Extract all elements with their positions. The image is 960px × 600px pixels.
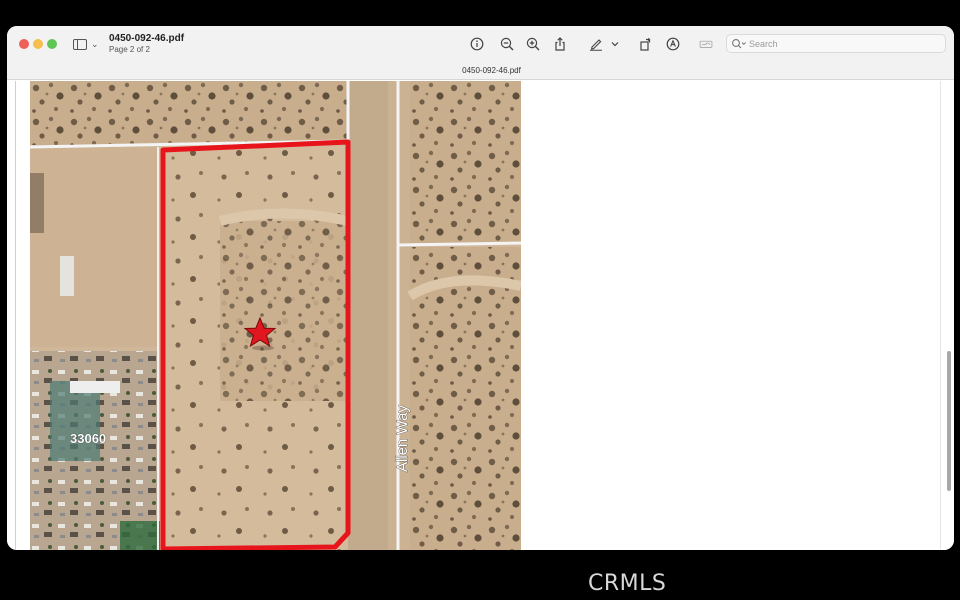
share-icon <box>555 37 565 51</box>
sidebar-toggle-button[interactable]: ⌄ <box>73 37 101 51</box>
chevron-down-icon <box>611 42 619 47</box>
document-title: 0450-092-46.pdf <box>109 33 185 44</box>
signature-icon <box>699 40 713 48</box>
highlight-button[interactable] <box>588 36 604 52</box>
signature-button[interactable] <box>696 36 716 52</box>
highlight-options-button[interactable] <box>610 36 620 52</box>
zoom-out-icon <box>500 37 514 51</box>
zoom-out-button[interactable] <box>499 36 515 52</box>
aerial-map: 33060 Allen Way <box>30 81 521 550</box>
search-input[interactable] <box>749 38 939 49</box>
minimize-window-button[interactable] <box>33 39 43 49</box>
search-icon <box>731 38 747 50</box>
street-label: Allen Way <box>394 405 411 472</box>
document-tab-label: 0450-092-46.pdf <box>462 66 521 75</box>
search-field[interactable] <box>726 34 946 53</box>
aerial-map-image: 33060 Allen Way <box>30 81 521 550</box>
markup-button[interactable] <box>665 36 681 52</box>
scroll-track[interactable] <box>940 81 941 550</box>
vertical-scrollbar-thumb[interactable] <box>947 351 951 491</box>
info-icon <box>470 37 484 51</box>
highlight-pen-icon <box>590 39 602 51</box>
info-button[interactable] <box>469 36 485 52</box>
rotate-icon <box>640 37 651 51</box>
chevron-down-icon: ⌄ <box>91 38 99 49</box>
watermark: CRMLS <box>588 571 667 596</box>
rotate-button[interactable] <box>638 36 654 52</box>
close-window-button[interactable] <box>19 39 29 49</box>
fullscreen-window-button[interactable] <box>47 39 57 49</box>
markup-icon <box>666 37 680 51</box>
page-indicator: Page 2 of 2 <box>109 45 150 54</box>
zoom-in-icon <box>526 37 540 51</box>
document-view[interactable]: 33060 Allen Way <box>7 81 954 550</box>
zoom-in-button[interactable] <box>525 36 541 52</box>
share-button[interactable] <box>552 36 568 52</box>
title-bar: ⌄ 0450-092-46.pdf Page 2 of 2 Search 045… <box>7 26 954 80</box>
page-divider <box>15 81 16 550</box>
parcel-number-label: 33060 <box>70 431 106 446</box>
sidebar-icon <box>73 38 87 50</box>
preview-window: ⌄ 0450-092-46.pdf Page 2 of 2 Search 045… <box>7 26 954 550</box>
